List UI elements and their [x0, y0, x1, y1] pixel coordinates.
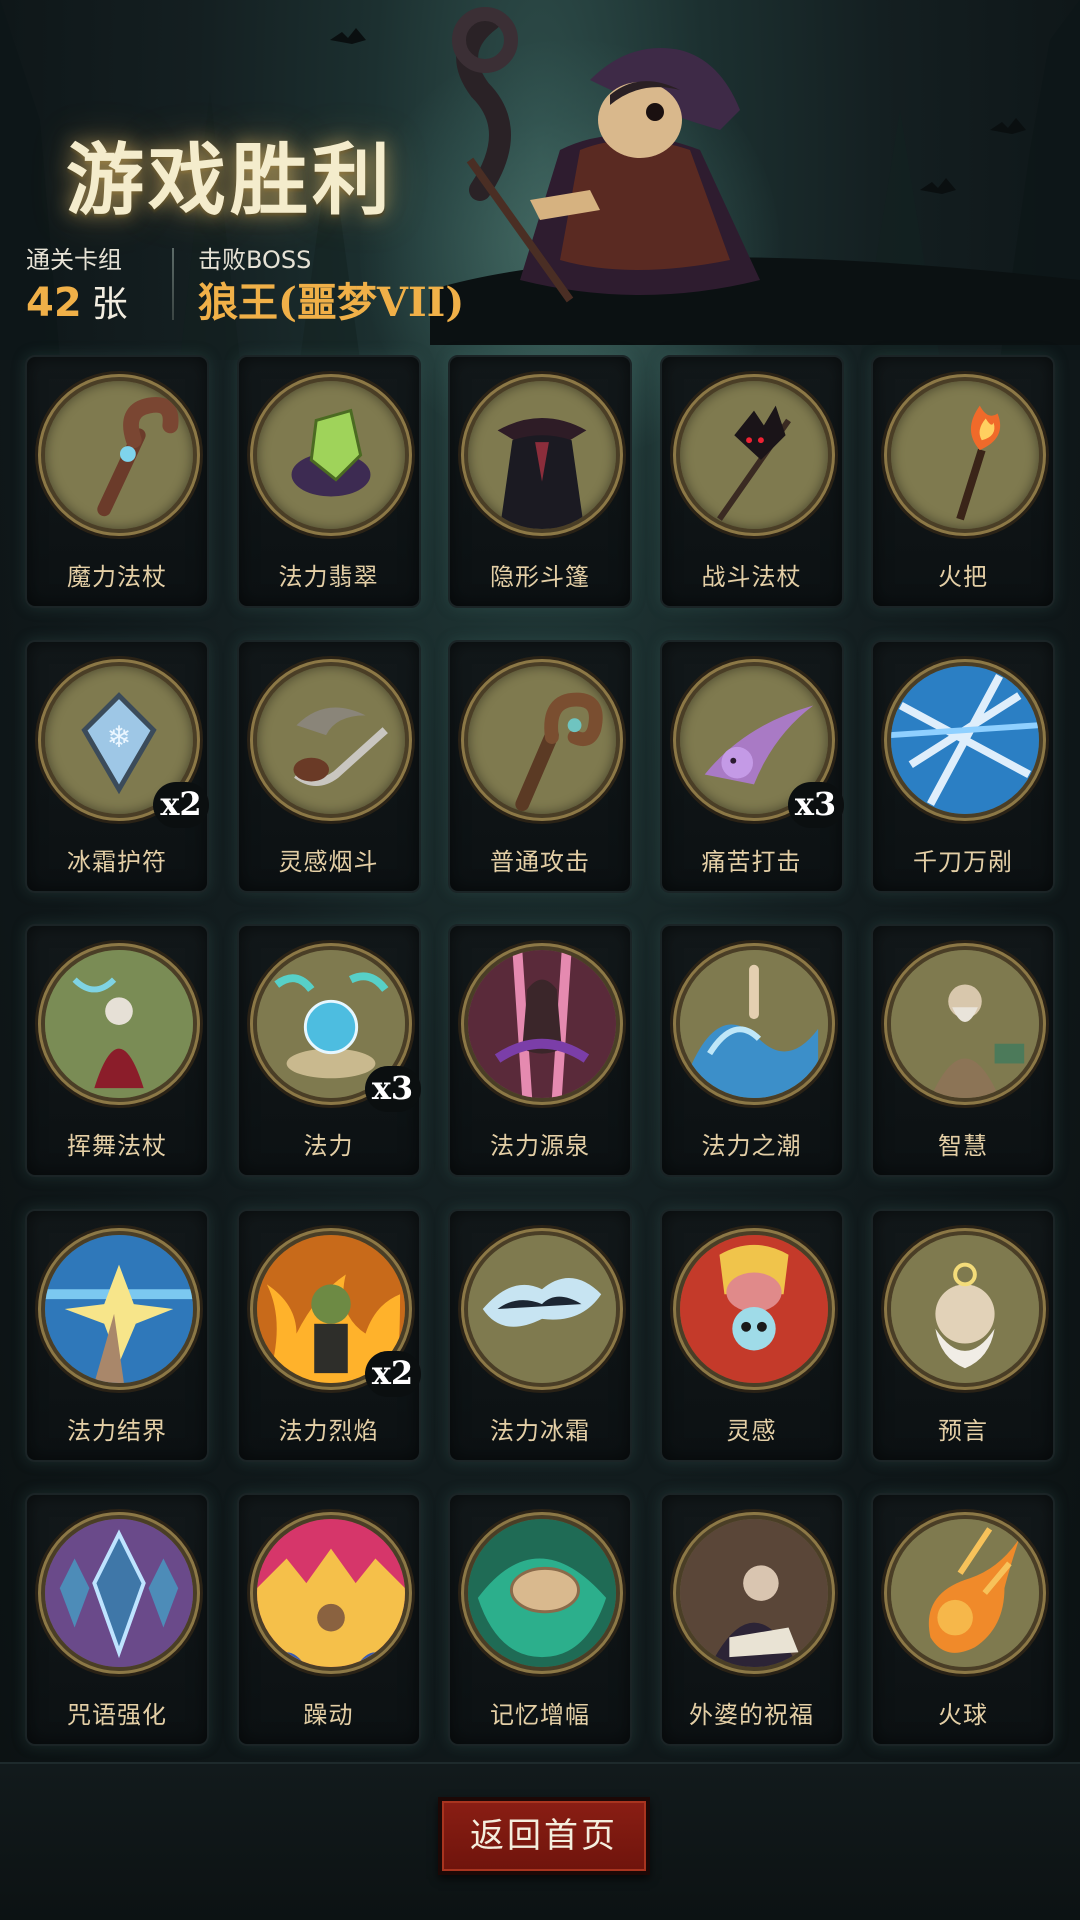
- emerald-icon: [252, 377, 409, 533]
- card-12[interactable]: x3 法力: [236, 924, 421, 1177]
- card-count-badge: x2: [364, 1350, 421, 1397]
- deck-count-value: 42: [26, 280, 82, 326]
- return-home-button[interactable]: 返回首页: [438, 1797, 650, 1875]
- card-count-badge: x2: [153, 781, 209, 828]
- deck-count: 42 张: [26, 281, 128, 327]
- card-9[interactable]: x3 痛苦打击: [659, 639, 844, 893]
- card-name: 火把: [938, 563, 988, 591]
- pipe-icon: [252, 661, 409, 818]
- card-18[interactable]: 法力冰霜: [448, 1208, 632, 1462]
- card-name: 挥舞法杖: [67, 1132, 167, 1160]
- card-name: 冰霜护符: [67, 847, 167, 876]
- card-6[interactable]: ❄ x2 冰霜护符: [25, 639, 209, 893]
- card-name: 法力烈焰: [278, 1416, 379, 1445]
- card-13[interactable]: 法力源泉: [448, 924, 632, 1177]
- svg-text:❄: ❄: [107, 719, 132, 753]
- card-10[interactable]: 千刀万剐: [871, 639, 1055, 893]
- barrier-icon: [41, 1230, 197, 1387]
- card-name: 智慧: [938, 1132, 988, 1160]
- card-name: 魔力法杖: [67, 563, 167, 591]
- crystal-icon: [41, 1515, 197, 1671]
- memory-brain-icon: [464, 1515, 620, 1671]
- wizard-hero-icon: [430, 7, 1080, 345]
- deck-count-unit: 张: [91, 284, 128, 325]
- card-name: 痛苦打击: [701, 847, 802, 876]
- card-name: 灵感: [726, 1416, 777, 1445]
- card-name: 法力结界: [67, 1416, 167, 1445]
- wave-icon: [675, 946, 832, 1102]
- cloak-icon: [464, 377, 620, 533]
- page-title: 游戏胜利: [66, 135, 395, 226]
- card-2[interactable]: 法力翡翠: [236, 355, 421, 608]
- card-4[interactable]: 战斗法杖: [659, 355, 844, 608]
- stat-divider: [172, 248, 174, 320]
- card-name: 火球: [938, 1701, 988, 1729]
- card-1[interactable]: 魔力法杖: [25, 355, 209, 608]
- mana-source-icon: [464, 946, 620, 1102]
- grandma-icon: [675, 1515, 832, 1671]
- boss-label: 击败BOSS: [198, 246, 312, 274]
- card-count-badge: x3: [787, 781, 844, 828]
- torch-icon: [887, 377, 1043, 533]
- skull-brain-icon: [675, 1230, 832, 1387]
- card-21[interactable]: 咒语强化: [25, 1493, 209, 1746]
- card-name: 法力翡翠: [278, 563, 379, 591]
- card-17[interactable]: x2 法力烈焰: [236, 1208, 421, 1462]
- boss-stat: 击败BOSS 狼王(噩梦VII): [198, 240, 464, 325]
- fireball-icon: [887, 1515, 1043, 1671]
- bat-staff-icon: [675, 377, 832, 533]
- boss-name: 狼王(噩梦VII): [198, 279, 465, 326]
- result-header: 游戏胜利 通关卡组 42 张 击败BOSS 狼王(噩梦VII): [0, 0, 1080, 345]
- card-3[interactable]: 隐形斗篷: [448, 355, 632, 608]
- card-14[interactable]: 法力之潮: [659, 924, 844, 1177]
- card-20[interactable]: 预言: [871, 1208, 1055, 1462]
- card-7[interactable]: 灵感烟斗: [236, 639, 421, 893]
- card-16[interactable]: 法力结界: [25, 1208, 209, 1462]
- card-name: 千刀万剐: [913, 847, 1013, 876]
- card-5[interactable]: 火把: [871, 355, 1055, 608]
- card-24[interactable]: 外婆的祝福: [659, 1493, 844, 1746]
- card-name: 法力源泉: [490, 1132, 590, 1160]
- card-8[interactable]: 普通攻击: [448, 639, 632, 893]
- card-name: 记忆增幅: [490, 1701, 590, 1729]
- sage-icon: [887, 946, 1043, 1102]
- frost-hand-icon: [464, 1230, 620, 1387]
- card-23[interactable]: 记忆增幅: [448, 1493, 632, 1746]
- card-25[interactable]: 火球: [871, 1493, 1055, 1746]
- blades-icon: [887, 661, 1043, 818]
- card-22[interactable]: 躁动: [236, 1493, 421, 1746]
- card-name: 战斗法杖: [701, 563, 802, 591]
- staff-icon: [41, 377, 197, 533]
- card-name: 外婆的祝福: [689, 1701, 814, 1729]
- card-name: 隐形斗篷: [490, 563, 590, 591]
- card-19[interactable]: 灵感: [659, 1208, 844, 1462]
- card-name: 咒语强化: [67, 1701, 167, 1729]
- card-name: 法力: [303, 1132, 354, 1160]
- card-name: 躁动: [303, 1701, 354, 1729]
- card-11[interactable]: 挥舞法杖: [25, 924, 209, 1177]
- card-name: 灵感烟斗: [278, 847, 379, 876]
- card-name: 普通攻击: [490, 847, 590, 876]
- prophet-icon: [887, 1230, 1043, 1387]
- deck-label: 通关卡组: [26, 246, 122, 274]
- frenzy-icon: [252, 1515, 409, 1671]
- witch-icon: [41, 946, 197, 1102]
- deck-stat: 通关卡组 42 张: [26, 240, 128, 327]
- card-name: 法力冰霜: [490, 1416, 590, 1445]
- crook-staff-icon: [464, 661, 620, 818]
- card-count-badge: x3: [364, 1066, 421, 1112]
- card-15[interactable]: 智慧: [871, 924, 1055, 1177]
- card-name: 法力之潮: [701, 1132, 802, 1160]
- victory-screen: 游戏胜利 通关卡组 42 张 击败BOSS 狼王(噩梦VII) 魔力法杖 法力翡翠 隐…: [0, 0, 1080, 1920]
- card-name: 预言: [938, 1416, 988, 1445]
